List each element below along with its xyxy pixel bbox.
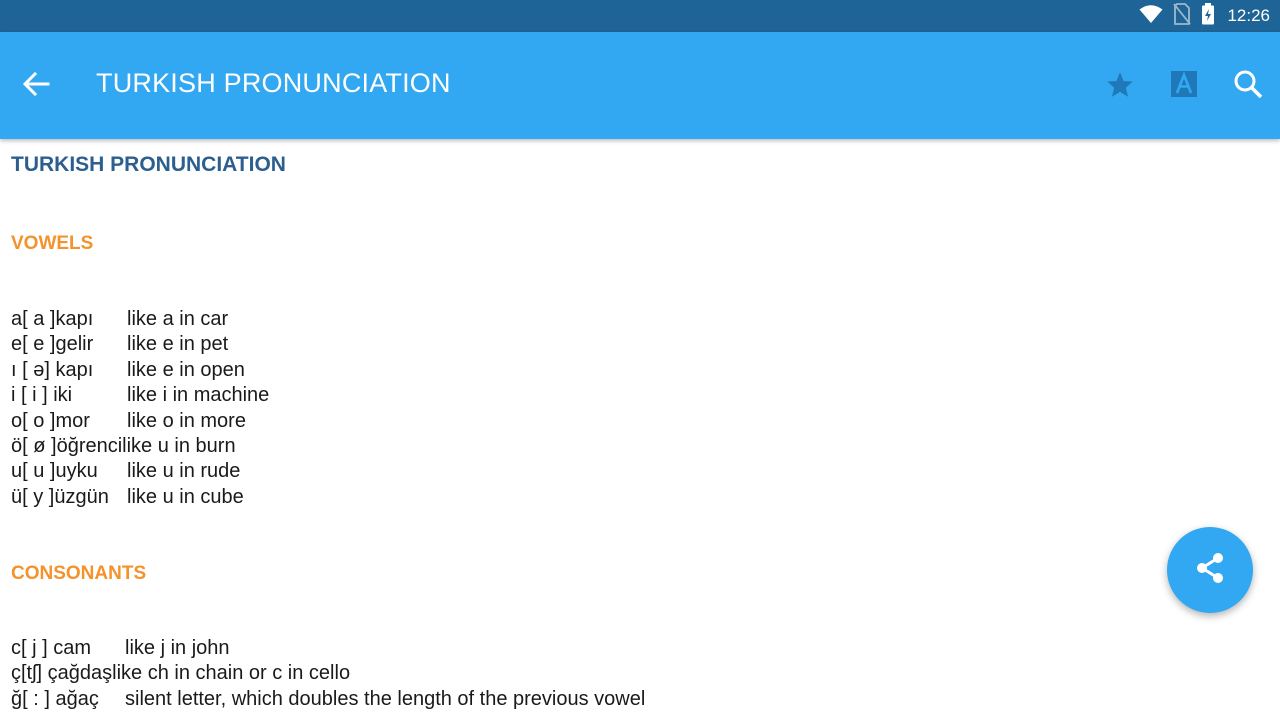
consonant-letter: c[ j ] cam <box>11 637 92 659</box>
consonants-heading: CONSONANTS <box>11 563 147 584</box>
page-heading: TURKISH PRONUNCIATION <box>11 153 286 176</box>
search-icon <box>1233 69 1263 103</box>
vowel-row-o-umlaut: ö[ ø ]öğrencilike u in burn <box>11 434 269 459</box>
vowel-letter: ı [ ə] kapı <box>11 358 94 381</box>
consonant-letter: ç[tʃ] çağdaş <box>11 662 113 685</box>
app-bar: TURKISH PRONUNCIATION <box>0 32 1280 139</box>
consonant-row-c-cedilla: ç[tʃ] çağdaşlike ch in chain or c in cel… <box>11 661 645 686</box>
vowel-description: like u in cube <box>127 485 244 508</box>
wifi-icon <box>1139 4 1163 28</box>
vowel-row-i: i [ i ] iki like i in machine <box>11 383 269 408</box>
vowel-row-a: a[ a ]kapı like a in car <box>11 307 269 332</box>
back-button[interactable] <box>14 64 58 108</box>
search-button[interactable] <box>1224 62 1272 110</box>
consonant-row-g-breve: ğ[ : ] ağaç silent letter, which doubles … <box>11 687 645 712</box>
vowel-description: like e in open <box>127 358 245 381</box>
app-title: TURKISH PRONUNCIATION <box>96 68 451 98</box>
vowel-description: like i in machine <box>127 384 270 407</box>
vowel-letter: u[ u ]uyku <box>11 460 98 483</box>
vowel-row-dotless-i: ı [ ə] kapı like e in open <box>11 358 269 383</box>
consonant-description: like j in john <box>125 637 230 659</box>
vowel-row-u-umlaut: ü[ y ]üzgün like u in cube <box>11 485 269 510</box>
font-size-icon <box>1171 71 1197 101</box>
vowel-row-e: e[ e ]gelir like e in pet <box>11 332 269 357</box>
vowel-letter: i [ i ] iki <box>11 384 73 407</box>
vowel-letter: e[ e ]gelir <box>11 333 94 356</box>
consonants-list: c[ j ] cam like j in john ç[tʃ] çağdaşlik… <box>11 636 645 712</box>
status-bar: 12:26 <box>0 0 1280 32</box>
no-sim-icon <box>1173 3 1192 29</box>
vowel-letter: ö[ ø ]öğrenci <box>11 434 123 457</box>
vowel-letter: a[ a ]kapı <box>11 308 94 330</box>
font-size-button[interactable] <box>1160 62 1208 110</box>
share-button[interactable] <box>1167 527 1253 613</box>
vowel-description: like u in rude <box>127 460 241 483</box>
favorite-button[interactable] <box>1096 62 1144 110</box>
vowel-description: like e in pet <box>127 333 229 356</box>
vowel-row-o: o[ o ]mor like o in more <box>11 409 269 434</box>
consonant-row-c: c[ j ] cam like j in john <box>11 636 645 661</box>
share-icon <box>1192 550 1228 590</box>
vowel-description: like u in burn <box>122 434 236 457</box>
vowel-description: like o in more <box>127 409 246 432</box>
arrow-left-icon <box>22 71 50 100</box>
vowels-heading: VOWELS <box>11 233 94 254</box>
vowel-letter: ü[ y ]üzgün <box>11 485 109 508</box>
battery-charging-icon <box>1201 3 1215 29</box>
vowel-row-u: u[ u ]uyku like u in rude <box>11 459 269 484</box>
status-icons: 12:26 <box>1139 0 1270 32</box>
vowel-letter: o[ o ]mor <box>11 409 90 432</box>
star-icon <box>1106 71 1134 102</box>
consonant-description: like ch in chain or c in cello <box>112 662 351 685</box>
content-area[interactable]: TURKISH PRONUNCIATION VOWELS a[ a ]kapı l… <box>0 139 1280 720</box>
consonant-letter: ğ[ : ] ağaç <box>11 687 99 710</box>
vowel-description: like a in car <box>127 308 229 330</box>
status-time: 12:26 <box>1227 6 1270 25</box>
vowels-list: a[ a ]kapı like a in car e[ e ]gelir like … <box>11 307 269 510</box>
consonant-description: silent letter, which doubles the length … <box>125 687 646 710</box>
